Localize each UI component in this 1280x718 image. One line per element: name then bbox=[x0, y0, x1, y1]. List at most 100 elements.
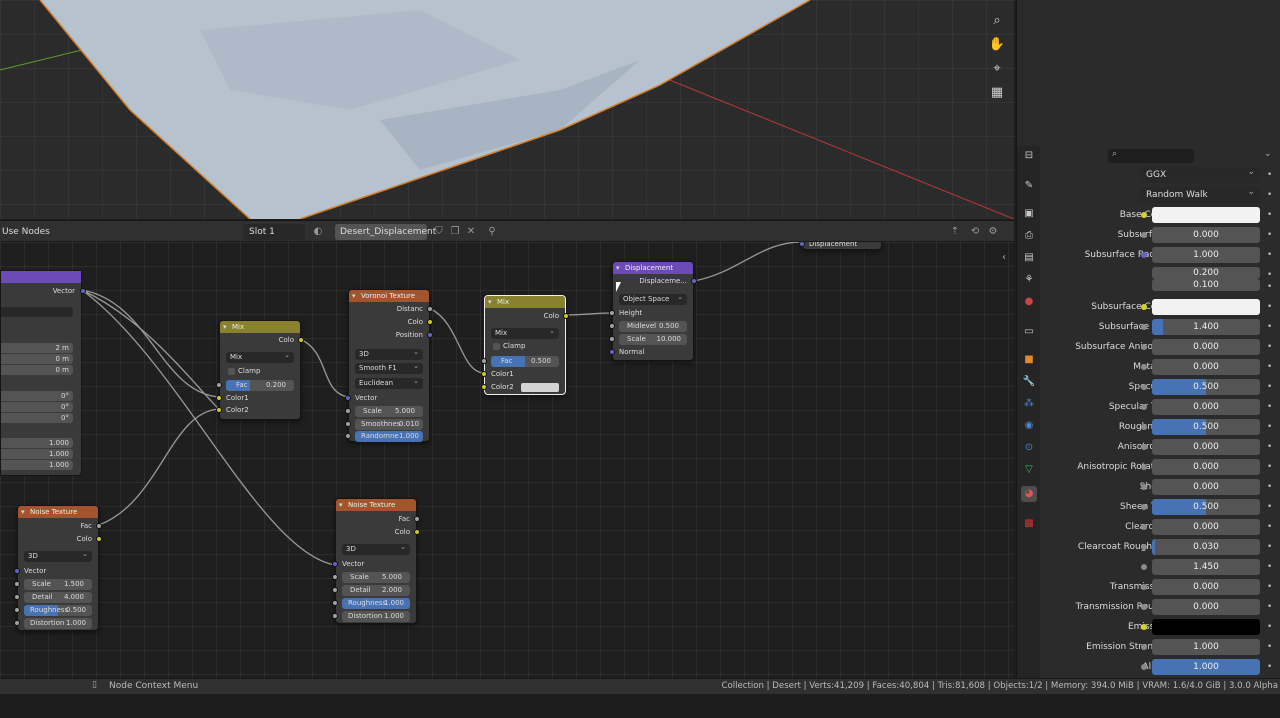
socket-dot[interactable] bbox=[1141, 404, 1147, 410]
property-value-field[interactable]: 0.100 bbox=[1152, 279, 1260, 291]
keyframe-dot[interactable]: • bbox=[1267, 602, 1272, 612]
socket-dot[interactable] bbox=[1141, 484, 1147, 490]
mix2-clamp-checkbox[interactable]: Clamp bbox=[491, 341, 559, 352]
noise2-distortion-field[interactable]: Distortion 1.000 bbox=[342, 611, 410, 622]
noise2-scale-field[interactable]: Scale 5.000 bbox=[342, 572, 410, 583]
socket[interactable] bbox=[96, 523, 102, 529]
keyframe-dot[interactable]: • bbox=[1267, 482, 1272, 492]
socket[interactable] bbox=[414, 516, 420, 522]
property-value-field[interactable]: 0.500 bbox=[1152, 379, 1260, 395]
property-value-field[interactable]: 1.400 bbox=[1152, 319, 1260, 335]
socket[interactable] bbox=[563, 313, 569, 319]
keyframe-dot[interactable]: • bbox=[1267, 422, 1272, 432]
zoom-icon[interactable]: ⌕ bbox=[986, 9, 1008, 31]
keyframe-dot[interactable]: • bbox=[1267, 502, 1272, 512]
3d-viewport[interactable]: ⌕ ✋ ⌖ ▦ bbox=[0, 0, 1014, 219]
property-value-field[interactable]: 0.000 bbox=[1152, 227, 1260, 243]
noise1-distortion-field[interactable]: Distortion 1.000 bbox=[24, 618, 92, 629]
socket[interactable] bbox=[427, 332, 433, 338]
socket[interactable] bbox=[345, 395, 351, 401]
keyframe-dot[interactable]: • bbox=[1267, 562, 1272, 572]
socket-dot[interactable] bbox=[1141, 624, 1147, 630]
socket[interactable] bbox=[14, 607, 20, 613]
keyframe-dot[interactable]: • bbox=[1267, 230, 1272, 240]
socket-dot[interactable] bbox=[1141, 232, 1147, 238]
mix1-blend-dropdown[interactable]: Mix bbox=[226, 350, 294, 363]
keyframe-dot[interactable]: • bbox=[1267, 282, 1272, 292]
physics-icon[interactable]: ◉ bbox=[1021, 418, 1037, 434]
mix2-blend-dropdown[interactable]: Mix bbox=[491, 326, 559, 339]
keyframe-dot[interactable]: • bbox=[1267, 442, 1272, 452]
socket[interactable] bbox=[332, 574, 338, 580]
socket[interactable] bbox=[345, 421, 351, 427]
tool-icon[interactable]: ✎ bbox=[1021, 178, 1037, 194]
socket[interactable] bbox=[14, 620, 20, 626]
socket-dot[interactable] bbox=[1141, 644, 1147, 650]
keyframe-dot[interactable]: • bbox=[1267, 622, 1272, 632]
location-x[interactable]: 2 m bbox=[1, 343, 73, 353]
displacement-space-dropdown[interactable]: Object Space bbox=[619, 292, 687, 305]
color-swatch[interactable] bbox=[1152, 299, 1260, 315]
property-value-field[interactable]: 0.000 bbox=[1152, 479, 1260, 495]
socket-dot[interactable] bbox=[1141, 344, 1147, 350]
property-value-field[interactable]: 0.200 bbox=[1152, 267, 1260, 279]
socket[interactable] bbox=[609, 323, 615, 329]
scene-icon[interactable]: ⚘ bbox=[1021, 272, 1037, 288]
property-value-field[interactable]: 0.000 bbox=[1152, 359, 1260, 375]
socket[interactable] bbox=[216, 407, 222, 413]
voronoi-dim-dropdown[interactable]: 3D bbox=[355, 347, 423, 360]
hand-icon[interactable]: ✋ bbox=[986, 33, 1008, 55]
voronoi-feature-dropdown[interactable]: Smooth F1 bbox=[355, 361, 423, 374]
property-value-field[interactable]: 1.000 bbox=[1152, 659, 1260, 675]
material-sphere-icon[interactable]: ◐ bbox=[311, 224, 325, 240]
socket[interactable] bbox=[332, 613, 338, 619]
socket[interactable] bbox=[609, 336, 615, 342]
data-icon[interactable]: ▽ bbox=[1021, 462, 1037, 478]
voronoi-smoothness-field[interactable]: Smoothnes 0.010 bbox=[355, 419, 423, 430]
socket[interactable] bbox=[481, 371, 487, 377]
mix-node-2[interactable]: Mix Colo Mix Clamp Fac0.500 Color1 Color… bbox=[481, 295, 569, 395]
keyframe-dot[interactable]: • bbox=[1267, 302, 1272, 312]
rotation-z[interactable]: 0° bbox=[1, 413, 73, 423]
socket[interactable] bbox=[216, 395, 222, 401]
rotation-y[interactable]: 0° bbox=[1, 402, 73, 412]
noise-texture-node-1[interactable]: Noise Texture Fac Colo 3D Vector Scale1.… bbox=[14, 505, 102, 631]
socket-dot[interactable] bbox=[1141, 464, 1147, 470]
location-y[interactable]: 0 m bbox=[1, 354, 73, 364]
socket[interactable] bbox=[14, 594, 20, 600]
socket[interactable] bbox=[80, 288, 86, 294]
voronoi-scale-field[interactable]: Scale 5.000 bbox=[355, 406, 423, 417]
mix2-fac-field[interactable]: Fac 0.500 bbox=[491, 356, 559, 367]
noise1-detail-field[interactable]: Detail 4.000 bbox=[24, 592, 92, 603]
sidebar-toggle-icon[interactable]: ‹ bbox=[1002, 252, 1006, 263]
keyframe-dot[interactable]: • bbox=[1267, 642, 1272, 652]
noise2-dim-dropdown[interactable]: 3D bbox=[342, 542, 410, 555]
socket-dot[interactable] bbox=[1141, 252, 1147, 258]
render-icon[interactable]: ▣ bbox=[1021, 206, 1037, 222]
editor-type-icon[interactable]: ⊟ bbox=[1021, 148, 1037, 164]
property-value-field[interactable]: 1.450 bbox=[1152, 559, 1260, 575]
socket-dot[interactable] bbox=[1141, 584, 1147, 590]
socket-dot[interactable] bbox=[1141, 384, 1147, 390]
voronoi-randomness-field[interactable]: Randomne 1.000 bbox=[355, 431, 423, 442]
keyframe-dot[interactable]: • bbox=[1267, 342, 1272, 352]
property-value-field[interactable]: 0.000 bbox=[1152, 579, 1260, 595]
color-swatch[interactable] bbox=[1152, 207, 1260, 223]
socket-dot[interactable] bbox=[1141, 364, 1147, 370]
socket-dot[interactable] bbox=[1141, 604, 1147, 610]
noise1-scale-field[interactable]: Scale 1.500 bbox=[24, 579, 92, 590]
displacement-midlevel-field[interactable]: Midlevel 0.500 bbox=[619, 321, 687, 332]
keyframe-dot[interactable]: • bbox=[1267, 582, 1272, 592]
material-output-node[interactable]: Displacement bbox=[799, 242, 882, 250]
scale-y[interactable]: 1.000 bbox=[1, 449, 73, 459]
mix2-color2-swatch[interactable] bbox=[521, 383, 559, 392]
socket[interactable] bbox=[481, 384, 487, 390]
socket[interactable] bbox=[298, 337, 304, 343]
material-icon[interactable]: ◕ bbox=[1021, 486, 1037, 502]
noise2-detail-field[interactable]: Detail 2.000 bbox=[342, 585, 410, 596]
keyframe-dot[interactable]: • bbox=[1267, 322, 1272, 332]
keyframe-dot[interactable]: • bbox=[1267, 662, 1272, 672]
property-value-field[interactable]: 0.000 bbox=[1152, 519, 1260, 535]
duplicate-icon[interactable]: ❐ bbox=[448, 224, 462, 240]
texture-icon[interactable]: ▩ bbox=[1021, 516, 1037, 532]
